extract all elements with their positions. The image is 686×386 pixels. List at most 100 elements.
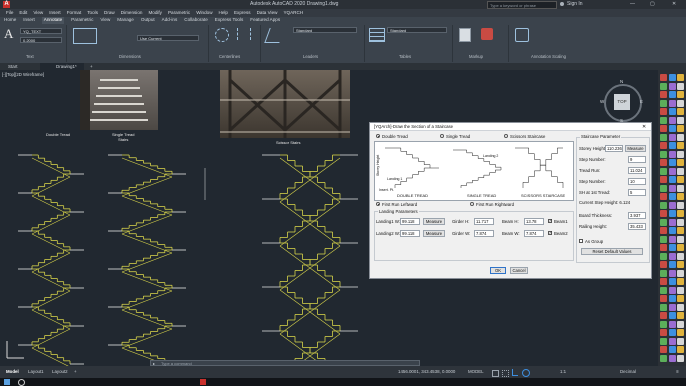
- markup-assist-icon[interactable]: [481, 28, 493, 40]
- units-readout[interactable]: Decimal: [620, 366, 636, 378]
- beam-width-input[interactable]: 7.874: [524, 230, 544, 237]
- palette-tool-icon[interactable]: [668, 227, 676, 234]
- palette-tool-icon[interactable]: [677, 176, 684, 183]
- palette-tool-icon[interactable]: [660, 176, 667, 183]
- palette-tool-icon[interactable]: [668, 125, 676, 132]
- ok-button[interactable]: OK: [490, 267, 506, 274]
- palette-tool-icon[interactable]: [677, 167, 684, 175]
- step-number-input[interactable]: 9: [628, 156, 646, 163]
- leader-style-select[interactable]: Standard: [293, 27, 357, 33]
- palette-tool-icon[interactable]: [668, 184, 676, 192]
- palette-tool-icon[interactable]: [677, 116, 684, 124]
- autocad-taskbar-icon[interactable]: [200, 379, 206, 385]
- palette-tool-icon[interactable]: [677, 312, 684, 319]
- palette-tool-icon[interactable]: [660, 278, 667, 285]
- palette-tool-icon[interactable]: [660, 91, 667, 98]
- palette-tool-icon[interactable]: [668, 235, 676, 243]
- palette-tool-icon[interactable]: [660, 346, 667, 353]
- centermark-icon[interactable]: [215, 28, 229, 42]
- palette-tool-icon[interactable]: [668, 159, 676, 166]
- landing1-measure-button[interactable]: Measure: [423, 218, 445, 225]
- ribbon-tab-collaborate[interactable]: Collaborate: [184, 17, 208, 24]
- palette-tool-icon[interactable]: [660, 150, 667, 158]
- palette-tool-icon[interactable]: [668, 82, 676, 90]
- palette-tool-icon[interactable]: [677, 235, 684, 243]
- palette-tool-icon[interactable]: [668, 261, 676, 268]
- text-height-field[interactable]: 0.2000: [20, 37, 62, 43]
- ribbon-tab-express-tools[interactable]: Express Tools: [215, 17, 244, 24]
- palette-tool-icon[interactable]: [660, 354, 667, 362]
- palette-tool-icon[interactable]: [660, 235, 667, 243]
- snap-icon[interactable]: [502, 370, 509, 377]
- ribbon-tab-insert[interactable]: Insert: [23, 17, 35, 24]
- ribbon-tab-view[interactable]: View: [100, 17, 110, 24]
- palette-tool-icon[interactable]: [660, 82, 667, 90]
- palette-tool-icon[interactable]: [660, 133, 667, 141]
- menu-draw[interactable]: Draw: [104, 9, 115, 17]
- palette-tool-icon[interactable]: [660, 116, 667, 124]
- palette-tool-icon[interactable]: [660, 329, 667, 336]
- menu-express[interactable]: Express: [234, 9, 251, 17]
- annotation-scale-icon[interactable]: [515, 28, 529, 42]
- ribbon-tab-parametric[interactable]: Parametric: [71, 17, 93, 24]
- table-style-select[interactable]: Standard: [387, 27, 447, 33]
- palette-tool-icon[interactable]: [668, 150, 676, 158]
- palette-tool-icon[interactable]: [660, 108, 667, 115]
- landing1-width-input[interactable]: 99.118: [400, 218, 420, 225]
- first-run-leftward-radio[interactable]: [376, 202, 380, 206]
- palette-tool-icon[interactable]: [668, 320, 676, 328]
- palette-tool-icon[interactable]: [677, 261, 684, 268]
- menu-help[interactable]: Help: [219, 9, 228, 17]
- palette-tool-icon[interactable]: [677, 295, 684, 302]
- dim-layer-select[interactable]: Use Current: [137, 35, 199, 41]
- palette-tool-icon[interactable]: [668, 176, 676, 183]
- palette-tool-icon[interactable]: [660, 193, 667, 200]
- tab-model[interactable]: Model: [6, 366, 19, 378]
- palette-tool-icon[interactable]: [660, 312, 667, 319]
- palette-tool-icon[interactable]: [660, 303, 667, 311]
- menu-window[interactable]: Window: [196, 9, 212, 17]
- palette-tool-icon[interactable]: [677, 252, 684, 260]
- palette-tool-icon[interactable]: [660, 99, 667, 107]
- palette-tool-icon[interactable]: [660, 295, 667, 302]
- step-number-2-input[interactable]: 10: [628, 178, 646, 185]
- ribbon-tab-featured-apps[interactable]: Featured Apps: [250, 17, 280, 24]
- palette-tool-icon[interactable]: [677, 201, 684, 209]
- palette-tool-icon[interactable]: [677, 91, 684, 98]
- palette-tool-icon[interactable]: [677, 286, 684, 294]
- palette-tool-icon[interactable]: [660, 320, 667, 328]
- as-group-checkbox[interactable]: [579, 239, 583, 243]
- palette-tool-icon[interactable]: [677, 329, 684, 336]
- user-icon[interactable]: [560, 2, 564, 6]
- scissors-staircase-radio[interactable]: [504, 134, 508, 138]
- start-icon[interactable]: [4, 379, 10, 385]
- customize-icon[interactable]: ≡: [676, 366, 679, 378]
- menu-view[interactable]: View: [33, 9, 43, 17]
- menu-tools[interactable]: Tools: [87, 9, 98, 17]
- tread-run-input[interactable]: 11.024: [628, 167, 646, 174]
- tab-layout2[interactable]: Layout2: [52, 366, 68, 378]
- palette-tool-icon[interactable]: [677, 210, 684, 217]
- palette-tool-icon[interactable]: [677, 82, 684, 90]
- palette-tool-icon[interactable]: [677, 346, 684, 353]
- palette-tool-icon[interactable]: [668, 286, 676, 294]
- ribbon-tab-home[interactable]: Home: [4, 17, 16, 24]
- menu-data-view[interactable]: Data View: [257, 9, 278, 17]
- double-tread-radio[interactable]: [376, 134, 380, 138]
- board-thickness-input[interactable]: 3.937: [628, 212, 646, 219]
- railing-height-input[interactable]: 35.433: [628, 223, 646, 230]
- palette-tool-icon[interactable]: [677, 159, 684, 166]
- compass-east[interactable]: E: [640, 99, 643, 104]
- markup-import-icon[interactable]: [459, 28, 471, 42]
- palette-tool-icon[interactable]: [677, 108, 684, 115]
- menu-insert[interactable]: Insert: [49, 9, 61, 17]
- palette-tool-icon[interactable]: [677, 218, 684, 226]
- dimension-icon[interactable]: [73, 28, 97, 44]
- palette-tool-icon[interactable]: [677, 142, 684, 149]
- palette-tool-icon[interactable]: [668, 116, 676, 124]
- beam2-checkbox[interactable]: [548, 230, 552, 236]
- palette-tool-icon[interactable]: [668, 346, 676, 353]
- ortho-icon[interactable]: [512, 369, 518, 376]
- palette-tool-icon[interactable]: [668, 218, 676, 226]
- palette-tool-icon[interactable]: [677, 354, 684, 362]
